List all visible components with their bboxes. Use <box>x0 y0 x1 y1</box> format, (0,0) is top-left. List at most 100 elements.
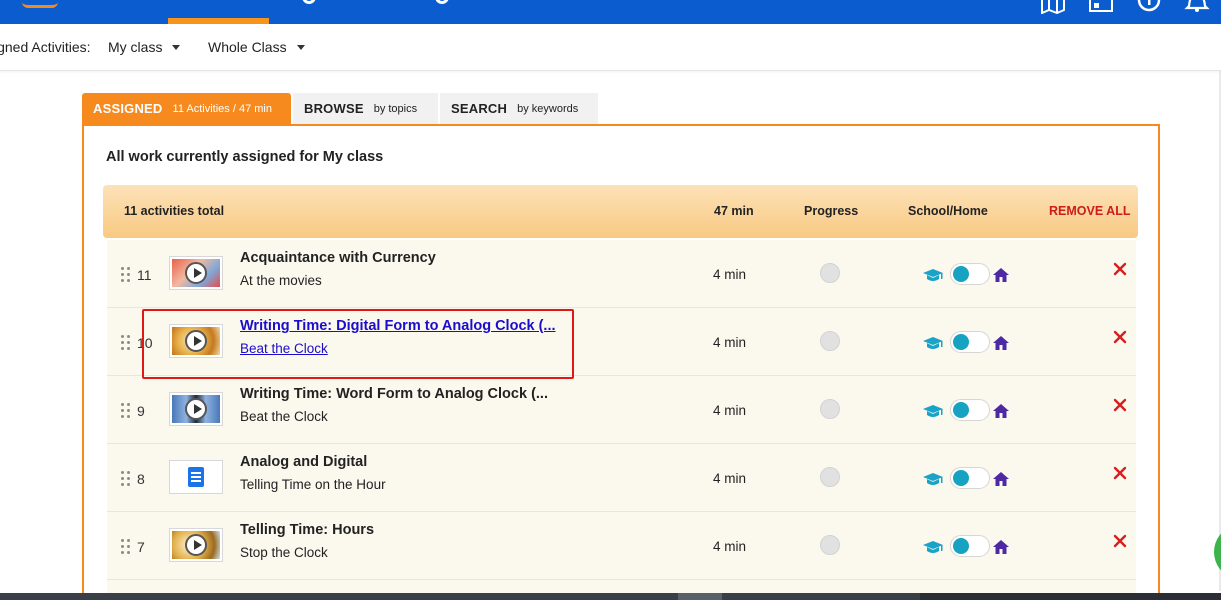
activity-subtitle[interactable]: Beat the Clock <box>240 341 328 356</box>
assignment-filter-bar: igned Activities: My class Whole Class <box>0 24 1221 71</box>
graduation-cap-icon <box>923 541 943 555</box>
activity-title[interactable]: Writing Time: Word Form to Analog Clock … <box>240 386 548 402</box>
activity-subtitle[interactable]: Beat the Clock <box>240 409 328 424</box>
document-thumbnail[interactable] <box>169 460 223 494</box>
table-row[interactable]: 10 Writing Time: Digital Form to Analog … <box>107 308 1136 376</box>
progress-indicator <box>820 331 840 351</box>
progress-indicator <box>820 263 840 283</box>
chat-button[interactable] <box>1214 528 1221 576</box>
home-icon <box>993 540 1009 554</box>
toggle-knob <box>953 470 969 486</box>
row-number: 10 <box>137 335 153 351</box>
bell-icon[interactable] <box>1184 0 1210 14</box>
drag-handle-icon[interactable] <box>121 539 131 555</box>
school-home-toggle[interactable] <box>950 263 990 285</box>
activity-subtitle[interactable]: Stop the Clock <box>240 545 328 560</box>
table-row[interactable]: 8 Analog and Digital Telling Time on the… <box>107 444 1136 512</box>
school-home-toggle[interactable] <box>950 467 990 489</box>
school-home-control <box>923 467 1011 491</box>
play-icon <box>185 262 207 284</box>
progress-indicator <box>820 399 840 419</box>
activity-time: 4 min <box>713 267 747 282</box>
school-home-control <box>923 263 1011 287</box>
home-icon <box>993 336 1009 350</box>
nav-item-icon[interactable] <box>435 0 449 4</box>
activity-subtitle[interactable]: Telling Time on the Hour <box>240 477 386 492</box>
taskbar-item[interactable] <box>920 593 1221 600</box>
tab-assigned[interactable]: ASSIGNED 11 Activities / 47 min <box>82 93 291 124</box>
home-icon <box>993 404 1009 418</box>
toggle-knob <box>953 266 969 282</box>
toggle-knob <box>953 538 969 554</box>
video-thumbnail[interactable] <box>169 528 223 562</box>
scope-select[interactable]: Whole Class <box>208 39 305 55</box>
close-icon[interactable] <box>1113 262 1127 276</box>
panel-title: All work currently assigned for My class <box>106 149 384 165</box>
toggle-knob <box>953 334 969 350</box>
tab-assigned-label: ASSIGNED <box>93 101 163 116</box>
school-home-control <box>923 331 1011 355</box>
school-home-toggle[interactable] <box>950 535 990 557</box>
school-home-toggle[interactable] <box>950 331 990 353</box>
graduation-cap-icon <box>923 405 943 419</box>
remove-all-button[interactable]: REMOVE ALL <box>1049 204 1130 218</box>
activity-title[interactable]: Analog and Digital <box>240 454 367 470</box>
document-icon <box>188 467 204 487</box>
home-icon <box>993 268 1009 282</box>
row-number: 8 <box>137 471 145 487</box>
progress-indicator <box>820 535 840 555</box>
activity-time: 4 min <box>713 403 747 418</box>
class-select[interactable]: My class <box>108 39 181 55</box>
tab-assigned-summary: 11 Activities / 47 min <box>172 102 272 115</box>
drag-handle-icon[interactable] <box>121 267 131 283</box>
activity-title[interactable]: Writing Time: Digital Form to Analog Clo… <box>240 318 556 334</box>
activity-subtitle[interactable]: At the movies <box>240 273 322 288</box>
tab-browse[interactable]: BROWSE by topics <box>293 93 438 124</box>
nav-item-icon[interactable] <box>302 0 316 4</box>
activity-time: 4 min <box>713 471 747 486</box>
progress-column-header: Progress <box>804 204 859 218</box>
school-home-column-header: School/Home <box>908 204 988 218</box>
play-icon <box>185 330 207 352</box>
activity-title[interactable]: Telling Time: Hours <box>240 522 374 538</box>
taskbar-item[interactable] <box>678 593 722 600</box>
presentation-icon[interactable] <box>1088 0 1114 14</box>
row-number: 11 <box>137 267 152 283</box>
close-icon[interactable] <box>1113 398 1127 412</box>
scope-select-value: Whole Class <box>208 39 287 55</box>
home-icon <box>993 472 1009 486</box>
chevron-down-icon <box>296 44 305 50</box>
drag-handle-icon[interactable] <box>121 335 131 351</box>
toggle-knob <box>953 402 969 418</box>
activities-table-header: 11 activities total 47 min Progress Scho… <box>103 185 1138 238</box>
logo-swoosh <box>22 2 58 8</box>
video-thumbnail[interactable] <box>169 392 223 426</box>
activity-title[interactable]: Acquaintance with Currency <box>240 250 436 266</box>
graduation-cap-icon <box>923 473 943 487</box>
close-icon[interactable] <box>1113 534 1127 548</box>
drag-handle-icon[interactable] <box>121 403 131 419</box>
assigned-activities-label: igned Activities: <box>0 39 91 55</box>
total-time: 47 min <box>714 204 754 218</box>
school-home-control <box>923 399 1011 423</box>
school-home-toggle[interactable] <box>950 399 990 421</box>
table-row[interactable]: 7 Telling Time: Hours Stop the Clock 4 m… <box>107 512 1136 580</box>
play-icon <box>185 534 207 556</box>
tab-browse-label: BROWSE <box>304 101 364 116</box>
row-number: 9 <box>137 403 145 419</box>
close-icon[interactable] <box>1113 466 1127 480</box>
play-icon <box>185 398 207 420</box>
help-icon[interactable] <box>1136 0 1162 14</box>
close-icon[interactable] <box>1113 330 1127 344</box>
table-row[interactable]: 11 Acquaintance with Currency At the mov… <box>107 240 1136 308</box>
graduation-cap-icon <box>923 269 943 283</box>
table-row[interactable]: 9 Writing Time: Word Form to Analog Cloc… <box>107 376 1136 444</box>
class-select-value: My class <box>108 39 163 55</box>
chevron-down-icon <box>172 44 181 50</box>
video-thumbnail[interactable] <box>169 324 223 358</box>
map-icon[interactable] <box>1040 0 1066 15</box>
tab-search-label: SEARCH <box>451 101 508 116</box>
video-thumbnail[interactable] <box>169 256 223 290</box>
drag-handle-icon[interactable] <box>121 471 131 487</box>
tab-search[interactable]: SEARCH by keywords <box>440 93 598 124</box>
